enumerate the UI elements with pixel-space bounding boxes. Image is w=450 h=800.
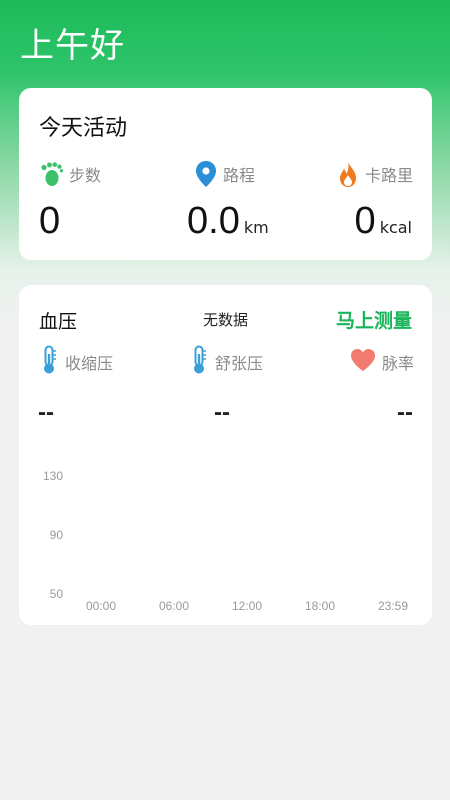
chart-y-tick: 50 <box>49 587 63 601</box>
chart-x-tick: 00:00 <box>85 599 117 613</box>
chart-x-tick: 12:00 <box>231 599 263 613</box>
diastolic-label-group: 舒张压 <box>189 345 264 379</box>
calories-value-group: 0 kcal <box>355 200 412 243</box>
systolic-label: 收缩压 <box>65 354 114 373</box>
calories-label-group: 卡路里 <box>337 160 413 188</box>
greeting-title: 上午好 <box>20 26 125 66</box>
chart-y-tick: 90 <box>49 528 63 542</box>
flame-icon <box>337 160 359 188</box>
blood-pressure-card: 血压 无数据 马上测量 收缩压 舒张压 脉率 -- -- -- 130 90 5… <box>19 285 432 625</box>
footprint-icon <box>39 161 63 187</box>
thermometer-icon <box>189 345 209 379</box>
chart-x-tick: 18:00 <box>304 599 336 613</box>
location-pin-icon <box>195 160 217 188</box>
heart-icon <box>350 348 376 376</box>
calories-value: 0 <box>354 200 376 242</box>
calories-label: 卡路里 <box>365 166 414 185</box>
steps-label-group: 步数 <box>39 160 101 188</box>
distance-unit: km <box>243 218 269 237</box>
diastolic-label: 舒张压 <box>215 354 264 373</box>
steps-value: 0 <box>39 200 61 242</box>
steps-label: 步数 <box>69 166 102 185</box>
activity-card[interactable]: 今天活动 步数 路程 卡路里 0 0.0 km 0 kcal <box>19 88 432 260</box>
systolic-label-group: 收缩压 <box>39 345 114 379</box>
distance-value-group: 0.0 km <box>187 200 269 243</box>
diastolic-value: -- <box>214 399 230 426</box>
measure-now-button[interactable]: 马上测量 <box>336 306 412 333</box>
distance-value: 0.0 <box>187 200 240 242</box>
thermometer-icon <box>39 345 59 379</box>
activity-title: 今天活动 <box>39 116 128 141</box>
chart-x-tick: 23:59 <box>377 599 409 613</box>
pulse-label-group: 脉率 <box>350 347 414 377</box>
chart-x-tick: 06:00 <box>158 599 190 613</box>
pulse-value: -- <box>397 399 413 426</box>
distance-label: 路程 <box>223 166 256 185</box>
steps-value-group: 0 <box>39 200 60 243</box>
calories-unit: kcal <box>379 218 412 237</box>
distance-label-group: 路程 <box>195 160 255 188</box>
pulse-label: 脉率 <box>382 354 415 373</box>
chart-y-tick: 130 <box>42 469 63 483</box>
systolic-value: -- <box>38 399 54 426</box>
